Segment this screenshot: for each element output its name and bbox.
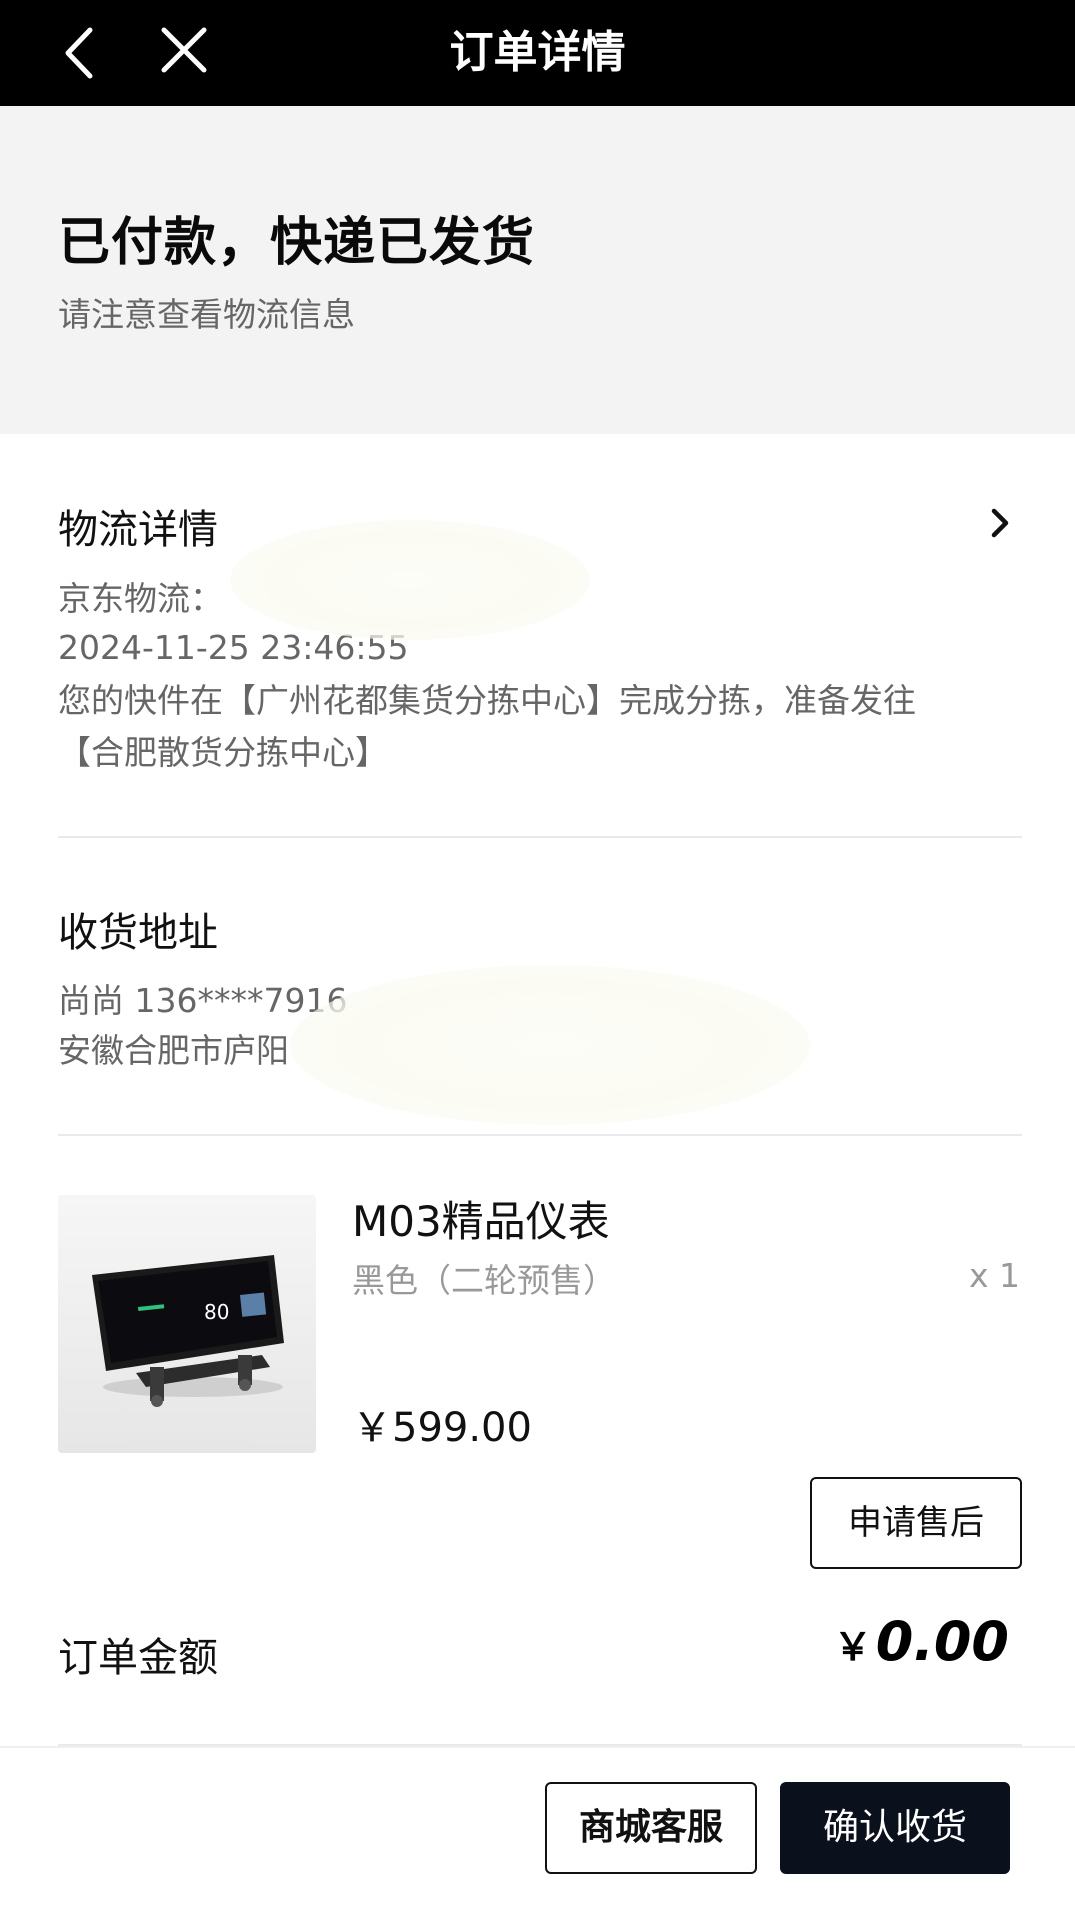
redaction-mark xyxy=(230,520,590,640)
order-amount-label: 订单金额 xyxy=(58,1635,218,1681)
product-price: ￥599.00 xyxy=(352,1405,532,1451)
product-name[interactable]: M03精品仪表 xyxy=(352,1188,610,1249)
product-quantity: x 1 xyxy=(968,1256,1020,1295)
logistics-heading[interactable]: 物流详情 xyxy=(58,497,218,555)
order-detail-page: 订单详情 已付款，快递已发货 请注意查看物流信息 物流详情 京东物流： 2024… xyxy=(0,0,1075,1920)
confirm-receipt-button[interactable]: 确认收货 xyxy=(780,1782,1010,1874)
after-sale-button[interactable]: 申请售后 xyxy=(810,1477,1022,1569)
bottom-action-bar: 商城客服 确认收货 xyxy=(0,1746,1075,1920)
top-navigation-bar: 订单详情 xyxy=(0,0,1075,106)
logistics-carrier: 京东物流： xyxy=(58,579,223,618)
product-spec: 黑色（二轮预售） xyxy=(352,1261,616,1300)
logistics-detail-arrow[interactable] xyxy=(980,503,1020,543)
customer-service-button[interactable]: 商城客服 xyxy=(545,1782,757,1874)
currency-symbol: ￥ xyxy=(833,1625,872,1669)
redaction-mark xyxy=(290,965,810,1125)
display-speed-reading: 80 xyxy=(204,1300,229,1324)
page-title: 订单详情 xyxy=(449,27,626,78)
order-status-section: 已付款，快递已发货 请注意查看物流信息 xyxy=(0,106,1075,434)
logistics-message-line-1: 您的快件在【广州花都集货分拣中心】完成分拣，准备发往 xyxy=(58,681,916,720)
product-image[interactable]: 80 xyxy=(58,1195,316,1453)
section-divider xyxy=(58,836,1022,838)
logistics-message-line-2: 【合肥散货分拣中心】 xyxy=(58,733,388,772)
section-divider xyxy=(58,1134,1022,1136)
order-amount: ￥0.00 xyxy=(834,1610,1009,1673)
order-amount-value: 0.00 xyxy=(875,1610,1009,1673)
address-heading: 收货地址 xyxy=(58,910,218,956)
chevron-right-icon xyxy=(991,508,1009,538)
order-status-title: 已付款，快递已发货 xyxy=(58,213,536,273)
address-location: 安徽合肥市庐阳 xyxy=(58,1031,289,1070)
dashboard-display-image: 80 xyxy=(58,1195,316,1453)
order-status-subtitle: 请注意查看物流信息 xyxy=(58,295,355,334)
